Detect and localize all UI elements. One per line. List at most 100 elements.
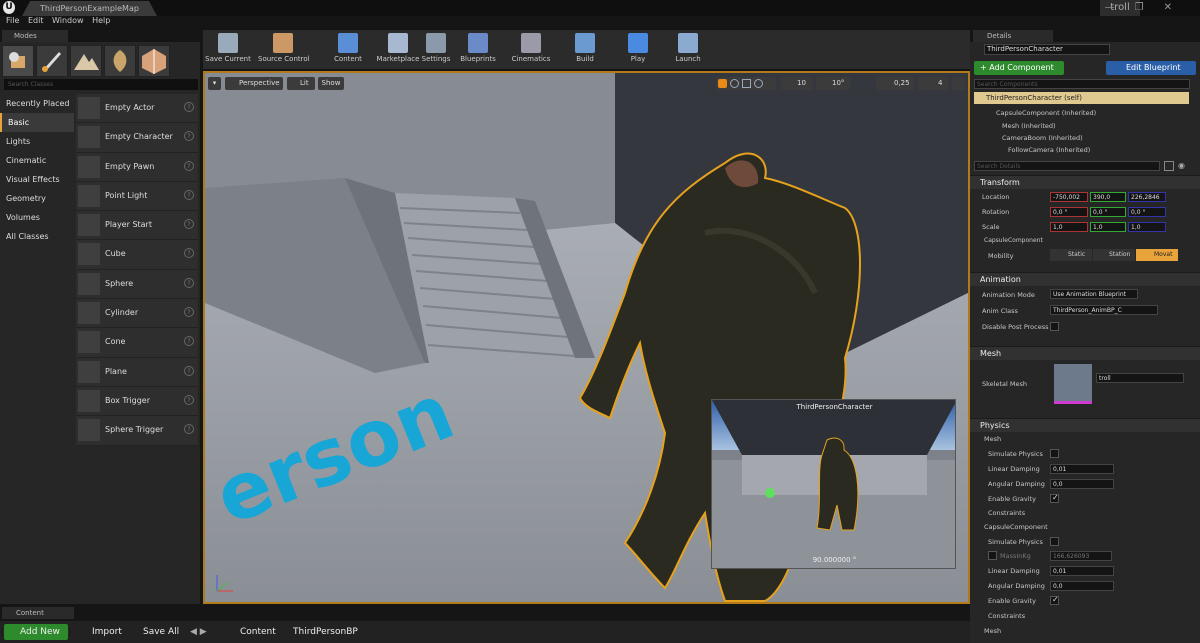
enable-gravity-checkbox[interactable]	[1050, 493, 1059, 503]
nav-back-icon[interactable]: ◀ ▶	[190, 624, 207, 640]
scale-label[interactable]: Scale	[982, 223, 1000, 231]
help-icon[interactable]: ?	[184, 336, 194, 347]
lit-button[interactable]: Lit	[287, 77, 315, 90]
blueprints-button[interactable]: Blueprints	[453, 30, 503, 69]
skeletal-mesh-select[interactable]: troll	[1096, 373, 1184, 383]
menu-window[interactable]: Window	[52, 16, 84, 25]
category-basic[interactable]: Basic	[0, 113, 74, 132]
save-all-button[interactable]: Save All	[127, 624, 179, 640]
constraints-label-2[interactable]: Constraints	[988, 612, 1025, 620]
simulate-physics-checkbox[interactable]	[1050, 449, 1059, 458]
map-tab[interactable]: ThirdPersonExampleMap	[22, 1, 157, 16]
class-item-cube[interactable]: Cube?	[76, 240, 198, 270]
linear-damping-field[interactable]: 0,01	[1050, 464, 1114, 474]
landscape-mode-icon[interactable]	[70, 45, 102, 77]
build-button[interactable]: Build	[560, 30, 610, 69]
category-recently-placed[interactable]: Recently Placed	[0, 94, 74, 113]
angular-damping-field-2[interactable]: 0,0	[1050, 581, 1114, 591]
anim-mode-select[interactable]: Use Animation Blueprint	[1050, 289, 1138, 299]
perspective-button[interactable]: Perspective	[225, 77, 283, 90]
class-item-cone[interactable]: Cone?	[76, 328, 198, 358]
scale-snap-button[interactable]: 0,25	[876, 77, 914, 90]
camera-speed-button[interactable]: 4	[918, 77, 948, 90]
edit-blueprint-button[interactable]: Edit Blueprint	[1106, 61, 1196, 75]
search-details-input[interactable]: Search Details	[974, 161, 1160, 171]
rotation-label[interactable]: Rotation	[982, 208, 1009, 216]
rotation-snap-button[interactable]: 10°	[816, 77, 850, 90]
class-item-plane[interactable]: Plane?	[76, 357, 198, 387]
component-self[interactable]: ThirdPersonCharacter (self)	[974, 92, 1189, 104]
viewport-options-button[interactable]: ▾	[208, 77, 221, 90]
rotation-y[interactable]: 0,0 °	[1090, 207, 1126, 217]
close-icon[interactable]: ✕	[1164, 2, 1192, 13]
category-geometry[interactable]: Geometry	[0, 189, 74, 208]
class-item-sphere-trigger[interactable]: Sphere Trigger?	[76, 416, 198, 446]
actor-name-field[interactable]: ThirdPersonCharacter	[984, 44, 1110, 55]
location-y[interactable]: 390,0	[1090, 192, 1126, 202]
foliage-mode-icon[interactable]	[104, 45, 136, 77]
level-viewport[interactable]: erson ▾ Perspective Lit Show 10 10° 0,25…	[203, 71, 970, 604]
mobility-static[interactable]: Static	[1050, 249, 1092, 261]
add-component-button[interactable]: + Add Component	[974, 61, 1064, 75]
view-options-icon[interactable]: ◉	[1178, 161, 1192, 171]
source-control-button[interactable]: Source Control	[258, 30, 310, 69]
class-item-empty-pawn[interactable]: Empty Pawn?	[76, 152, 198, 182]
location-label[interactable]: Location	[982, 193, 1010, 201]
category-volumes[interactable]: Volumes	[0, 208, 74, 227]
add-new-button[interactable]: Add New	[4, 624, 68, 640]
linear-damping-field-2[interactable]: 0,01	[1050, 566, 1114, 576]
minimize-icon[interactable]: —	[1105, 2, 1135, 13]
constraints-label[interactable]: Constraints	[988, 509, 1025, 517]
category-all-classes[interactable]: All Classes	[0, 227, 74, 246]
scale-z[interactable]: 1,0	[1128, 222, 1166, 232]
show-button[interactable]: Show	[318, 77, 344, 90]
mass-field[interactable]: 166,626093	[1050, 551, 1112, 561]
component-capsule[interactable]: CapsuleComponent (Inherited)	[996, 109, 1096, 117]
scale-y[interactable]: 1,0	[1090, 222, 1126, 232]
help-icon[interactable]: ?	[184, 394, 194, 405]
class-item-box-trigger[interactable]: Box Trigger?	[76, 386, 198, 417]
mass-override-checkbox[interactable]	[988, 551, 997, 560]
simulate-physics-checkbox-2[interactable]	[1050, 537, 1059, 546]
menu-help[interactable]: Help	[92, 16, 110, 25]
restore-icon[interactable]: ❐	[1135, 2, 1164, 13]
scale-x[interactable]: 1,0	[1050, 222, 1088, 232]
rotation-x[interactable]: 0,0 °	[1050, 207, 1088, 217]
content-button[interactable]: Content	[323, 30, 373, 69]
class-item-player-start[interactable]: Player Start?	[76, 211, 198, 241]
play-button[interactable]: Play	[613, 30, 663, 69]
help-icon[interactable]: ?	[184, 131, 194, 142]
class-item-cylinder[interactable]: Cylinder?	[76, 299, 198, 329]
help-icon[interactable]: ?	[184, 365, 194, 376]
cinematics-button[interactable]: Cinematics	[506, 30, 556, 69]
paint-mode-icon[interactable]	[36, 45, 68, 77]
category-visual-effects[interactable]: Visual Effects	[0, 170, 74, 189]
section-mesh[interactable]: Mesh	[970, 346, 1200, 360]
path-content[interactable]: Content	[224, 624, 276, 640]
disable-post-process-checkbox[interactable]	[1050, 322, 1059, 331]
path-thirdpersonbp[interactable]: ThirdPersonBP	[278, 624, 358, 640]
content-browser-tab[interactable]: Content Browser	[2, 607, 74, 629]
component-cameraboom[interactable]: CameraBoom (Inherited)	[1002, 134, 1083, 142]
class-item-empty-actor[interactable]: Empty Actor?	[76, 94, 198, 124]
search-components-input[interactable]: Search Components	[974, 79, 1190, 89]
menu-file[interactable]: File	[6, 16, 19, 25]
help-icon[interactable]: ?	[184, 277, 194, 288]
rotate-icon[interactable]	[730, 79, 739, 88]
location-z[interactable]: 226,2846	[1128, 192, 1166, 202]
rotation-z[interactable]: 0,0 °	[1128, 207, 1166, 217]
category-cinematic[interactable]: Cinematic	[0, 151, 74, 170]
component-mesh[interactable]: Mesh (Inherited)	[1002, 122, 1056, 130]
menu-edit[interactable]: Edit	[28, 16, 44, 25]
place-mode-icon[interactable]	[2, 45, 34, 77]
help-icon[interactable]: ?	[184, 219, 194, 230]
launch-button[interactable]: Launch	[663, 30, 713, 69]
search-classes-input[interactable]: Search Classes	[4, 79, 198, 90]
window-controls[interactable]: —❐✕	[1105, 2, 1192, 13]
world-local-icon[interactable]	[754, 79, 763, 88]
transform-tools[interactable]	[716, 77, 776, 90]
help-icon[interactable]: ?	[184, 307, 194, 318]
skeletal-mesh-thumbnail[interactable]	[1054, 364, 1092, 404]
translate-icon[interactable]	[718, 79, 727, 88]
maximize-viewport-icon[interactable]	[952, 77, 965, 90]
